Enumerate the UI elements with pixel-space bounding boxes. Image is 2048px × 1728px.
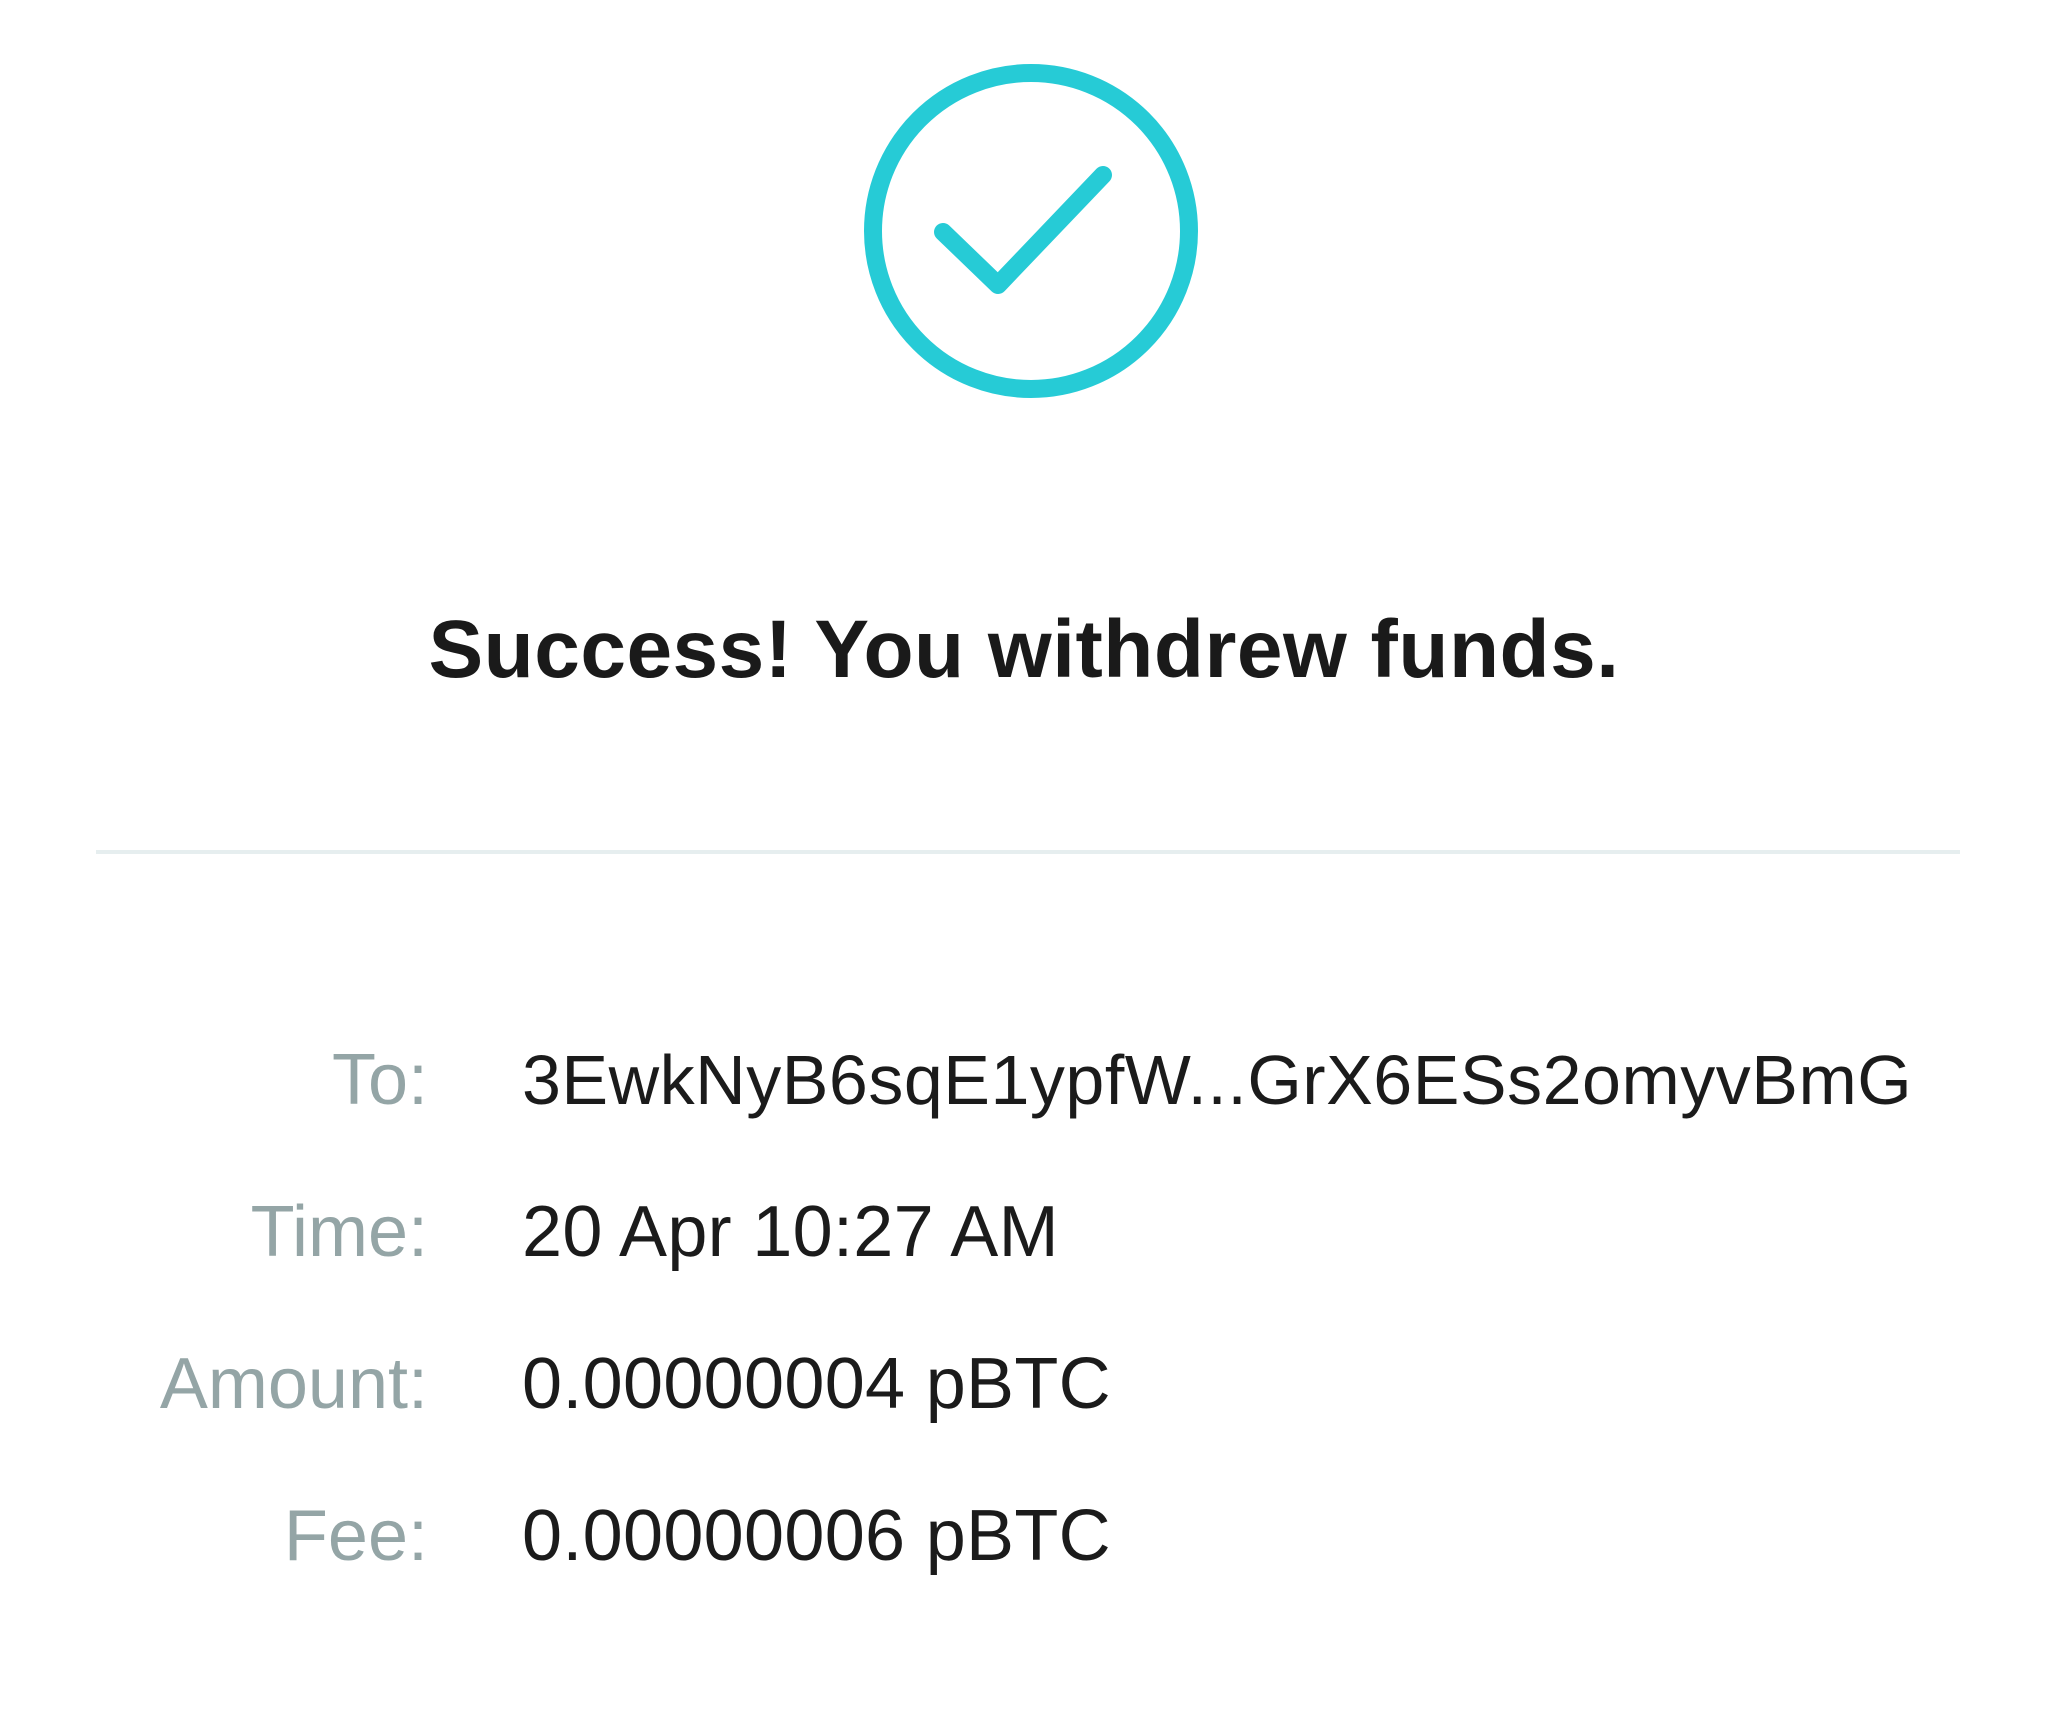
time-label: Time: [250,1192,428,1272]
to-label: To: [331,1040,428,1120]
detail-row-amount: Amount: 0.00000004 pBTC [0,1334,2048,1434]
detail-row-fee: Fee: 0.00000006 pBTC [0,1486,2048,1586]
amount-label: Amount: [159,1344,428,1424]
detail-row-time: Time: 20 Apr 10:27 AM [0,1182,2048,1282]
amount-value: 0.00000004 pBTC [522,1344,1111,1424]
success-headline: Success! You withdrew funds. [428,604,1620,695]
to-address-value: 3EwkNyB6sqE1ypfW...GrX6ESs2omyvBmG [522,1041,1913,1119]
fee-value: 0.00000006 pBTC [522,1496,1111,1576]
fee-label: Fee: [283,1496,428,1576]
divider [96,850,1960,854]
time-value: 20 Apr 10:27 AM [522,1192,1059,1272]
detail-row-to: To: 3EwkNyB6sqE1ypfW...GrX6ESs2omyvBmG [0,1030,2048,1130]
check-circle-icon [862,62,1200,400]
